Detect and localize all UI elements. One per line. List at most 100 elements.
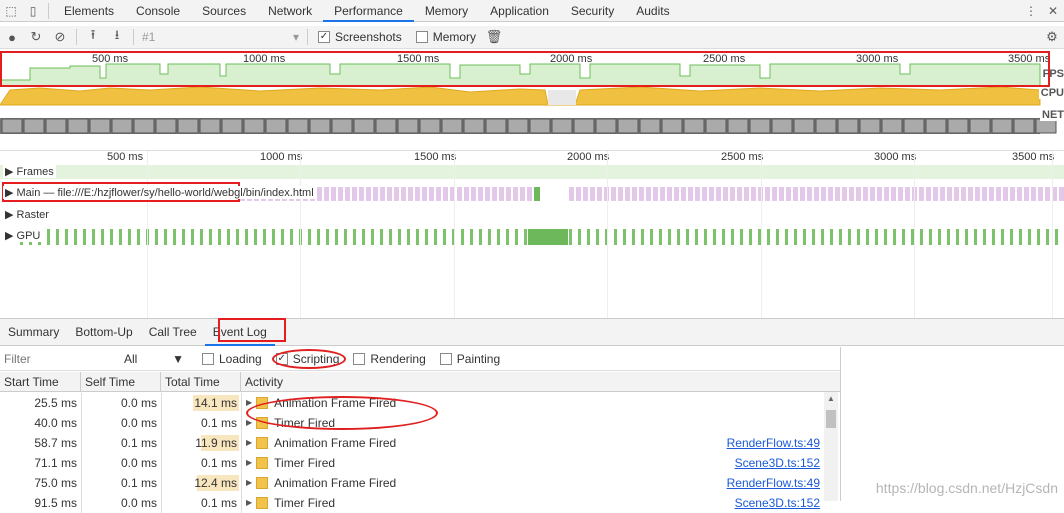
source-link[interactable]: RenderFlow.ts:49 — [727, 473, 820, 493]
screenshot-thumbnail — [353, 118, 375, 134]
self-time-cell: 0.1 ms — [120, 476, 157, 490]
gpu-task-bar — [227, 229, 230, 245]
fps-graph — [0, 63, 1041, 87]
scrollbar[interactable]: ▲ — [824, 392, 838, 501]
main-task-bar — [597, 187, 602, 201]
rendering-checkbox[interactable]: Rendering — [353, 352, 426, 366]
main-task-bar — [611, 187, 616, 201]
checkbox-icon — [353, 352, 366, 365]
flame-chart[interactable]: 500 ms 1000 ms 1500 ms 2000 ms 2500 ms 3000 m… — [0, 150, 1064, 319]
trash-icon[interactable]: 🗑 — [482, 26, 506, 49]
scroll-up-icon[interactable]: ▲ — [827, 394, 835, 403]
column-divider — [81, 393, 82, 413]
all-select[interactable]: All ▼ — [124, 352, 184, 366]
load-profile-icon[interactable]: ⭱ — [81, 26, 105, 49]
source-link[interactable]: Scene3D.ts:152 — [735, 493, 820, 513]
col-self-time[interactable]: Self Time — [81, 372, 161, 392]
screenshot-thumbnail — [991, 118, 1013, 134]
tab-application[interactable]: Application — [479, 0, 560, 22]
screenshots-checkbox[interactable]: ✓ Screenshots — [318, 30, 402, 44]
main-task-bar — [520, 187, 525, 201]
filter-input[interactable] — [4, 349, 124, 368]
screenshot-thumbnail — [859, 118, 881, 134]
gpu-task-bar — [1028, 229, 1031, 245]
main-task-bar — [513, 187, 518, 201]
clear-icon[interactable]: ⊘ — [48, 26, 72, 49]
tab-sources[interactable]: Sources — [191, 0, 257, 22]
gpu-task-bar — [569, 229, 572, 245]
expand-arrow-icon[interactable]: ▶ — [246, 473, 252, 493]
recording-select[interactable]: #1 ▾ — [138, 28, 303, 47]
watermark: https://blog.csdn.net/HzjCsdn — [875, 480, 1058, 496]
column-divider — [81, 473, 82, 493]
screenshot-thumbnail — [661, 118, 683, 134]
inspect-icon[interactable]: ⬚ — [0, 0, 22, 22]
record-icon[interactable]: ● — [0, 26, 24, 49]
memory-checkbox[interactable]: Memory — [415, 30, 477, 44]
gpu-task-bar — [830, 229, 833, 245]
scrollbar-thumb[interactable] — [826, 410, 836, 428]
table-row[interactable]: 71.1 ms 0.0 ms 0.1 ms ▶ Timer Fired Scene3D.t… — [0, 453, 840, 473]
screenshot-thumbnail — [155, 118, 177, 134]
expand-arrow-icon[interactable]: ▶ — [246, 453, 252, 473]
gpu-task-bar — [155, 229, 158, 245]
close-icon[interactable]: ✕ — [1042, 0, 1064, 22]
main-task-bar — [1038, 187, 1043, 201]
gpu-task-bar — [182, 229, 185, 245]
performance-toolbar: ● ↻ ⊘ ⭱ ⭳ #1 ▾ ✓ Screenshots Memory 🗑 ⚙ — [0, 26, 1064, 49]
main-task-bar — [723, 187, 728, 201]
screenshot-thumbnail — [705, 118, 727, 134]
timeline-overview[interactable]: 500 ms 1000 ms 1500 ms 2000 ms 2500 ms 3000 m… — [0, 50, 1064, 150]
device-toggle-icon[interactable]: ▯ — [22, 0, 44, 22]
tab-security[interactable]: Security — [560, 0, 625, 22]
col-activity[interactable]: Activity — [241, 372, 840, 392]
source-link[interactable]: RenderFlow.ts:49 — [727, 433, 820, 453]
source-link[interactable]: Scene3D.ts:152 — [735, 453, 820, 473]
main-task-bar — [863, 187, 868, 201]
subtab-summary[interactable]: Summary — [0, 319, 67, 346]
main-task-bar — [429, 187, 434, 201]
gpu-task-bar — [434, 229, 437, 245]
tab-performance[interactable]: Performance — [323, 0, 414, 22]
details-pane: SummaryBottom-UpCall TreeEvent Log All▼ … — [0, 318, 1064, 513]
col-total-time[interactable]: Total Time — [161, 372, 241, 392]
main-task-bar — [380, 187, 385, 201]
main-task-bar — [996, 187, 1001, 201]
gpu-task-bar — [803, 229, 806, 245]
gpu-task-bar — [965, 229, 968, 245]
tab-network[interactable]: Network — [257, 0, 323, 22]
gear-icon[interactable]: ⚙ — [1040, 26, 1064, 49]
gpu-task-bar — [866, 229, 869, 245]
table-row[interactable]: 58.7 ms 0.1 ms 11.9 ms ▶ Animation Frame Fir… — [0, 433, 840, 453]
frames-track-title: Frames — [16, 166, 54, 178]
tab-audits[interactable]: Audits — [625, 0, 680, 22]
main-task-bar — [702, 187, 707, 201]
tab-elements[interactable]: Elements — [53, 0, 125, 22]
tab-memory[interactable]: Memory — [414, 0, 479, 22]
col-start-time[interactable]: Start Time — [0, 372, 81, 392]
table-row[interactable]: 75.0 ms 0.1 ms 12.4 ms ▶ Animation Frame Fir… — [0, 473, 840, 493]
save-profile-icon[interactable]: ⭳ — [105, 26, 129, 49]
chevron-down-icon: ▾ — [292, 30, 299, 44]
painting-checkbox[interactable]: Painting — [439, 352, 500, 366]
subtab-event-log[interactable]: Event Log — [204, 319, 275, 346]
reload-icon[interactable]: ↻ — [24, 26, 48, 49]
more-menu-icon[interactable]: ⋮ — [1020, 0, 1042, 22]
tab-console[interactable]: Console — [125, 0, 191, 22]
gpu-task-bar — [677, 229, 680, 245]
main-task-bar — [457, 187, 462, 201]
memory-label: Memory — [432, 30, 477, 44]
gpu-task-bar — [65, 229, 68, 245]
expand-arrow-icon[interactable]: ▶ — [246, 493, 252, 513]
main-task-bar — [1017, 187, 1022, 201]
subtab-call-tree[interactable]: Call Tree — [141, 319, 205, 346]
table-row[interactable]: 91.5 ms 0.0 ms 0.1 ms ▶ Timer Fired Scene3D.t… — [0, 493, 840, 513]
gpu-task-bar — [767, 229, 770, 245]
panel-tabs: Elements Console Sources Network Performance… — [53, 0, 681, 22]
loading-checkbox[interactable]: Loading — [202, 352, 262, 366]
self-time-cell: 0.0 ms — [120, 416, 157, 430]
gpu-task-bar — [425, 229, 428, 245]
expand-arrow-icon[interactable]: ▶ — [246, 433, 252, 453]
subtab-bottom-up[interactable]: Bottom-Up — [67, 319, 140, 346]
main-task-bar — [667, 187, 672, 201]
